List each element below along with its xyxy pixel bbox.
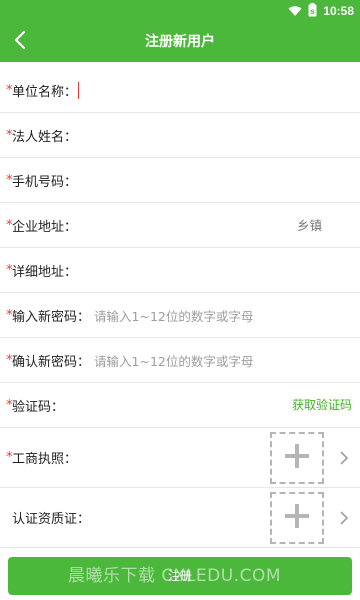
app-bar: 注册新用户 <box>0 22 360 62</box>
confirm-password-label: 确认新密码： <box>12 354 91 370</box>
wifi-icon <box>288 2 302 21</box>
verify-code-label: 验证码： <box>12 399 65 415</box>
register-button[interactable]: 晨曦乐下载 CXLEDU.COM 注册 <box>8 557 352 595</box>
new-password-row: * 输入新密码： 请输入1~12位的数字或字母 <box>0 293 360 338</box>
company-name-input[interactable] <box>77 68 360 112</box>
detail-address-input[interactable] <box>77 248 360 292</box>
battery-icon: s <box>308 2 317 21</box>
legal-person-row: * 法人姓名： <box>0 113 360 158</box>
phone-row: * 手机号码： <box>0 158 360 203</box>
company-name-label: 单位名称： <box>12 84 78 100</box>
legal-person-input[interactable] <box>77 113 360 157</box>
certificate-upload[interactable] <box>270 492 324 544</box>
status-icons: s 10:58 <box>288 2 354 21</box>
confirm-password-row: * 确认新密码： 请输入1~12位的数字或字母 <box>0 338 360 383</box>
certificate-row: 认证资质证： <box>0 488 360 548</box>
business-license-row: * 工商执照： <box>0 428 360 488</box>
page-title: 注册新用户 <box>145 34 215 50</box>
address-row: * 企业地址： 乡镇 <box>0 203 360 248</box>
plus-icon <box>284 503 310 533</box>
register-button-label: 注册 <box>167 569 192 583</box>
chevron-right-icon[interactable] <box>338 450 350 466</box>
business-license-upload[interactable] <box>270 432 324 484</box>
town-select[interactable]: 乡镇 <box>297 203 322 248</box>
detail-address-row: * 详细地址： <box>0 248 360 293</box>
chevron-right-icon[interactable] <box>338 510 350 526</box>
business-license-label: 工商执照： <box>12 452 78 467</box>
plus-icon <box>284 443 310 473</box>
get-verify-code-button[interactable]: 获取验证码 <box>292 383 352 428</box>
phone-label: 手机号码： <box>12 174 78 190</box>
confirm-password-input[interactable]: 请输入1~12位的数字或字母 <box>94 351 253 370</box>
company-name-row: * 单位名称： <box>0 68 360 113</box>
phone-input[interactable] <box>77 158 360 202</box>
new-password-label: 输入新密码： <box>12 309 91 325</box>
verify-code-row: * 验证码： 获取验证码 <box>0 383 360 428</box>
address-label: 企业地址： <box>12 219 78 235</box>
legal-person-label: 法人姓名： <box>12 129 78 145</box>
text-cursor <box>78 82 79 99</box>
certificate-label: 认证资质证： <box>12 512 91 527</box>
chevron-left-icon <box>13 30 27 54</box>
new-password-input[interactable]: 请输入1~12位的数字或字母 <box>94 306 253 325</box>
detail-address-label: 详细地址： <box>12 264 78 280</box>
status-bar: s 10:58 <box>0 0 360 22</box>
register-form: * 单位名称： * 法人姓名： * 手机号码： * 企业地址： 乡镇 * 详细地… <box>0 68 360 548</box>
back-button[interactable] <box>6 28 34 56</box>
svg-text:s: s <box>311 7 316 16</box>
status-time: 10:58 <box>323 4 354 18</box>
